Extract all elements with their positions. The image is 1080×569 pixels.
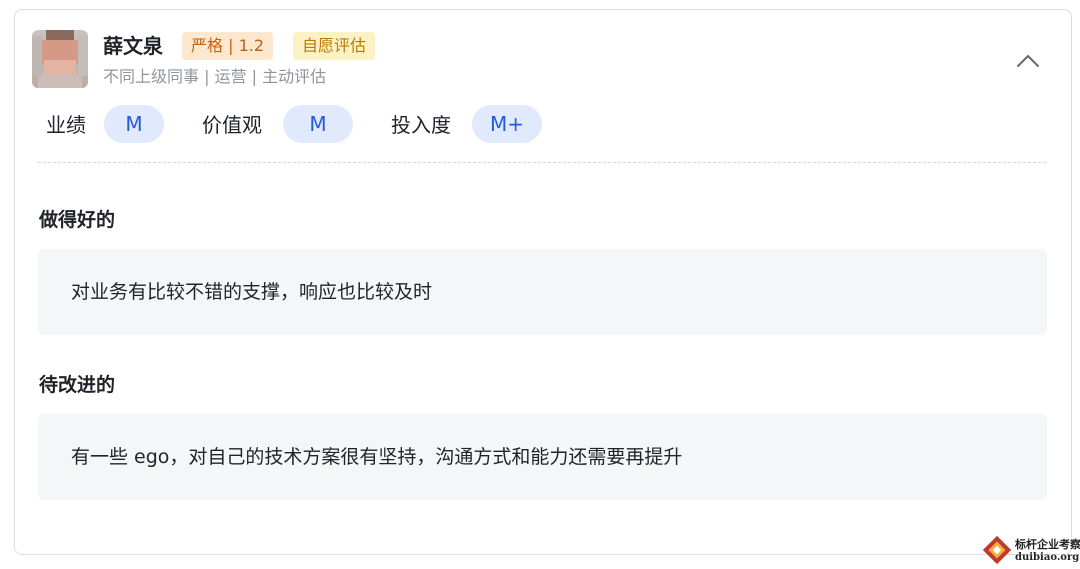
strengths-text: 对业务有比较不错的支撑，响应也比较及时 <box>71 281 433 303</box>
rating-label-performance: 业绩 <box>46 113 86 137</box>
divider <box>38 162 1046 163</box>
strictness-badge: 严格 | 1.2 <box>182 32 274 60</box>
rating-values: M <box>283 105 353 143</box>
rating-performance: M <box>104 105 164 143</box>
voluntary-badge: 自愿评估 <box>293 32 376 60</box>
avatar <box>32 30 88 88</box>
watermark-text: 标杆企业考察 duibiao.org <box>1015 538 1080 564</box>
rating-engagement: M+ <box>472 105 542 143</box>
improvements-box: 有一些 ego，对自己的技术方案很有坚持，沟通方式和能力还需要再提升 <box>38 414 1047 500</box>
strengths-box: 对业务有比较不错的支撑，响应也比较及时 <box>38 249 1047 335</box>
reviewer-relation: 不同上级同事 | 运营 | 主动评估 <box>103 67 327 86</box>
reviewer-name: 薛文泉 <box>103 34 163 58</box>
watermark-logo-icon <box>982 535 1012 565</box>
improvements-text: 有一些 ego，对自己的技术方案很有坚持，沟通方式和能力还需要再提升 <box>71 446 683 468</box>
section-title-improvements: 待改进的 <box>39 374 116 396</box>
section-title-strengths: 做得好的 <box>39 209 116 231</box>
rating-label-engagement: 投入度 <box>391 113 451 137</box>
watermark-line1: 标杆企业考察 <box>1015 538 1080 551</box>
watermark-line2: duibiao.org <box>1015 552 1080 563</box>
rating-label-values: 价值观 <box>202 113 262 137</box>
chevron-up-icon[interactable] <box>1014 48 1042 72</box>
